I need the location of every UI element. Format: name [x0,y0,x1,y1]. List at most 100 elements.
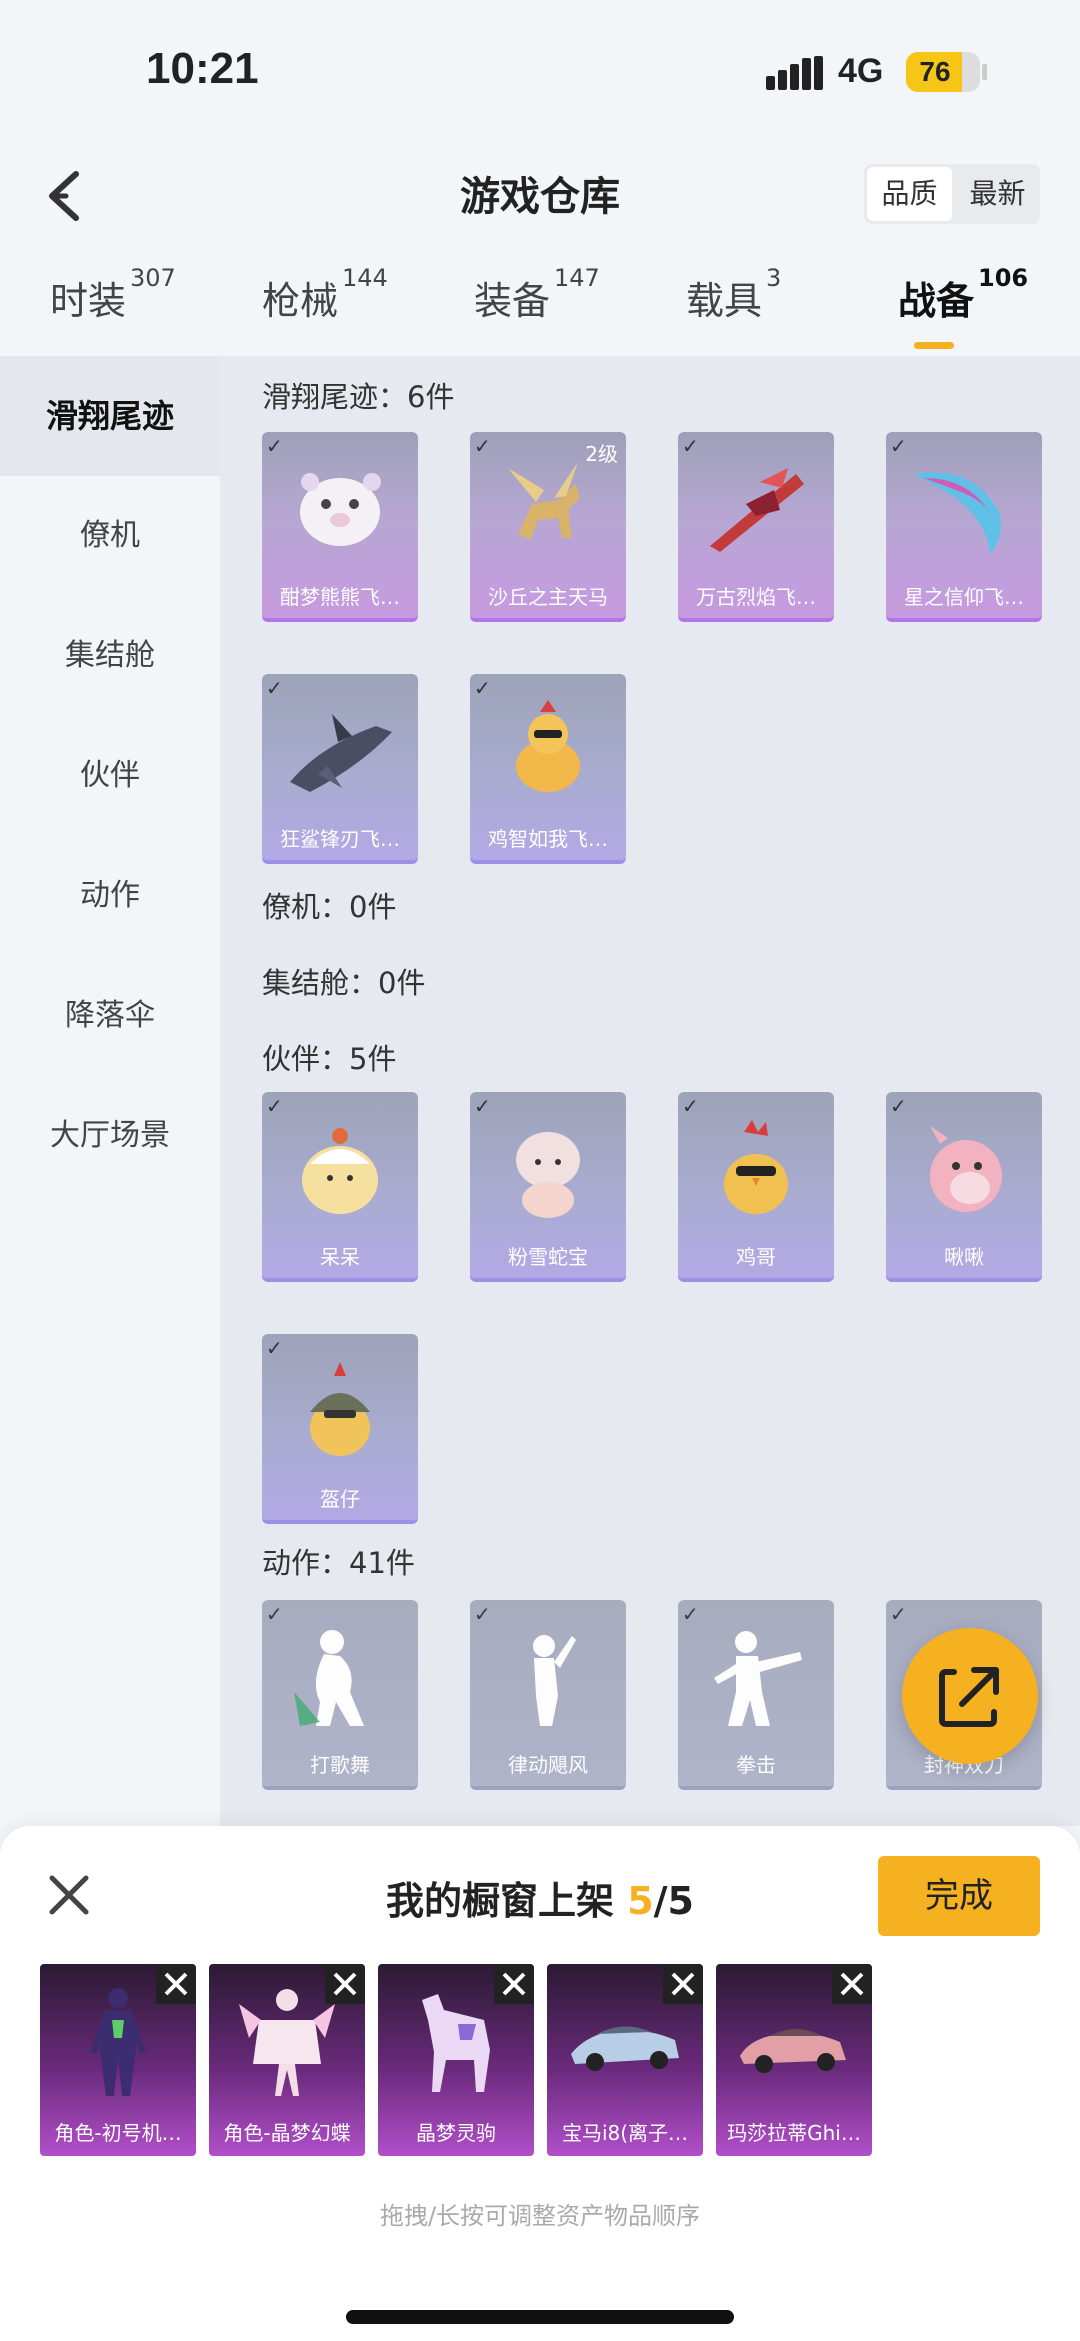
snow-snake-partner-icon [516,1132,580,1218]
tab-label: 装备 [474,279,551,323]
section-title-partner: 伙伴：5件 [262,1042,397,1076]
item-name: 律动飓风 [508,1753,588,1777]
tab-equipment[interactable]: 装备147 [474,264,600,325]
item-grid: 滑翔尾迹：6件 ✓ 酣梦熊熊飞… ✓ 2级 沙丘之主天马 ✓ 万古烈焰飞… ✓ … [220,356,1080,1826]
sheet-hint: 拖拽/长按可调整资产物品顺序 [379,2202,701,2230]
rooster-partner-icon [724,1120,788,1214]
item-card[interactable]: ✓ 律动飓风 [470,1600,626,1790]
bear-glider-icon [300,473,381,546]
item-name: 鸡哥 [736,1245,776,1269]
sidebar-item-wingman[interactable]: 僚机 [0,476,220,596]
shelf-item-name: 晶梦灵驹 [416,2121,496,2145]
item-name: 万古烈焰飞… [696,585,816,609]
shelf-item-name: 宝马i8(离子… [561,2121,689,2145]
sheet-title-text: 我的橱窗上架 [385,1879,628,1923]
sidebar-item-emote[interactable]: 动作 [0,836,220,956]
item-card[interactable]: ✓ 粉雪蛇宝 [470,1092,626,1282]
remove-icon[interactable] [325,1964,365,2004]
tab-underline [914,342,954,349]
battery-icon: 76 [906,52,980,92]
battery-level: 76 [919,56,951,87]
chicken-glider-icon [516,700,580,792]
tab-count: 144 [342,264,388,292]
tab-count: 147 [554,264,600,292]
item-card[interactable]: ✓ 啾啾 [886,1092,1042,1282]
sort-newest-button[interactable]: 最新 [955,164,1040,224]
item-name: 拳击 [736,1753,776,1777]
section-title-pod: 集结舱：0件 [262,966,426,1000]
tab-readiness[interactable]: 战备106 [898,264,1028,349]
shelf-item[interactable]: 玛莎拉蒂Ghi… [716,1964,872,2156]
share-icon [939,1667,999,1727]
bird-partner-icon [930,1126,1002,1212]
done-button[interactable]: 完成 [878,1856,1040,1936]
section-title-glide: 滑翔尾迹：6件 [262,380,455,414]
tab-vehicles[interactable]: 载具3 [686,264,781,325]
shelf-item[interactable]: 宝马i8(离子… [547,1964,703,2156]
remove-icon[interactable] [494,1964,534,2004]
sheet-total: /5 [653,1879,694,1923]
flame-glider-icon [710,468,804,552]
tab-guns[interactable]: 枪械144 [262,264,388,325]
item-card[interactable]: ✓ 酣梦熊熊飞… [262,432,418,622]
item-name: 狂鲨锋刃飞… [280,827,400,851]
share-button[interactable] [902,1628,1038,1764]
tab-count: 3 [766,264,782,292]
category-tabs: 时装307 枪械144 装备147 载具3 战备106 [0,260,1080,356]
item-name: 啾啾 [944,1245,984,1269]
shelf-item[interactable]: 晶梦灵驹 [378,1964,534,2156]
home-indicator[interactable] [346,2310,734,2324]
section-title-emote: 动作：41件 [262,1546,415,1580]
shelf-item[interactable]: 角色-初号机… [40,1964,196,2156]
item-card[interactable]: ✓ 打歌舞 [262,1600,418,1790]
dance-emote-icon [294,1630,364,1726]
item-card[interactable]: ✓ 盔仔 [262,1334,418,1524]
sidebar-item-partner[interactable]: 伙伴 [0,716,220,836]
clock: 10:21 [146,44,259,93]
item-name: 星之信仰飞… [904,585,1024,609]
item-card[interactable]: ✓ 2级 沙丘之主天马 [470,432,626,622]
remove-icon[interactable] [663,1964,703,2004]
sidebar: 滑翔尾迹 僚机 集结舱 伙伴 动作 降落伞 大厅场景 [0,356,220,1826]
remove-icon[interactable] [156,1964,196,2004]
pegasus-glider-icon [508,462,580,540]
item-card[interactable]: ✓ 拳击 [678,1600,834,1790]
remove-icon[interactable] [832,1964,872,2004]
sidebar-item-lobby-scene[interactable]: 大厅场景 [0,1076,220,1196]
sidebar-item-glide-trail[interactable]: 滑翔尾迹 [0,356,220,476]
tab-label: 时装 [50,279,127,323]
sheet-count: 5 [627,1879,654,1923]
item-name: 沙丘之主天马 [488,585,608,609]
signal-icon [766,56,823,90]
helmet-chick-partner-icon [310,1362,370,1456]
tab-label: 枪械 [262,279,339,323]
item-card[interactable]: ✓ 狂鲨锋刃飞… [262,674,418,864]
sort-switch: 品质 最新 [864,164,1040,224]
item-name: 打歌舞 [310,1753,370,1777]
shelf-item-name: 角色-初号机… [54,2121,182,2145]
item-name: 呆呆 [320,1245,360,1269]
item-card[interactable]: ✓ 鸡哥 [678,1092,834,1282]
shark-glider-icon [290,714,392,792]
tab-count: 307 [130,264,176,292]
item-name: 鸡智如我飞… [488,827,608,851]
shelf-item[interactable]: 角色-晶梦幻蝶 [209,1964,365,2156]
header: 游戏仓库 品质 最新 [0,140,1080,260]
sort-quality-button[interactable]: 品质 [867,167,952,221]
item-name: 酣梦熊熊飞… [280,585,400,609]
item-card[interactable]: ✓ 万古烈焰飞… [678,432,834,622]
item-name: 盔仔 [320,1487,360,1511]
sidebar-item-pod[interactable]: 集结舱 [0,596,220,716]
item-card[interactable]: ✓ 呆呆 [262,1092,418,1282]
network-label: 4G [838,52,884,90]
tab-fashion[interactable]: 时装307 [50,264,176,325]
item-card[interactable]: ✓ 星之信仰飞… [886,432,1042,622]
shelf-item-name: 玛莎拉蒂Ghi… [727,2121,861,2145]
item-name: 粉雪蛇宝 [508,1245,588,1269]
tab-count: 106 [978,264,1029,292]
tab-label: 战备 [898,279,975,323]
battery-tip [982,64,987,80]
item-card[interactable]: ✓ 鸡智如我飞… [470,674,626,864]
sidebar-item-parachute[interactable]: 降落伞 [0,956,220,1076]
shelf-item-name: 角色-晶梦幻蝶 [223,2121,351,2145]
